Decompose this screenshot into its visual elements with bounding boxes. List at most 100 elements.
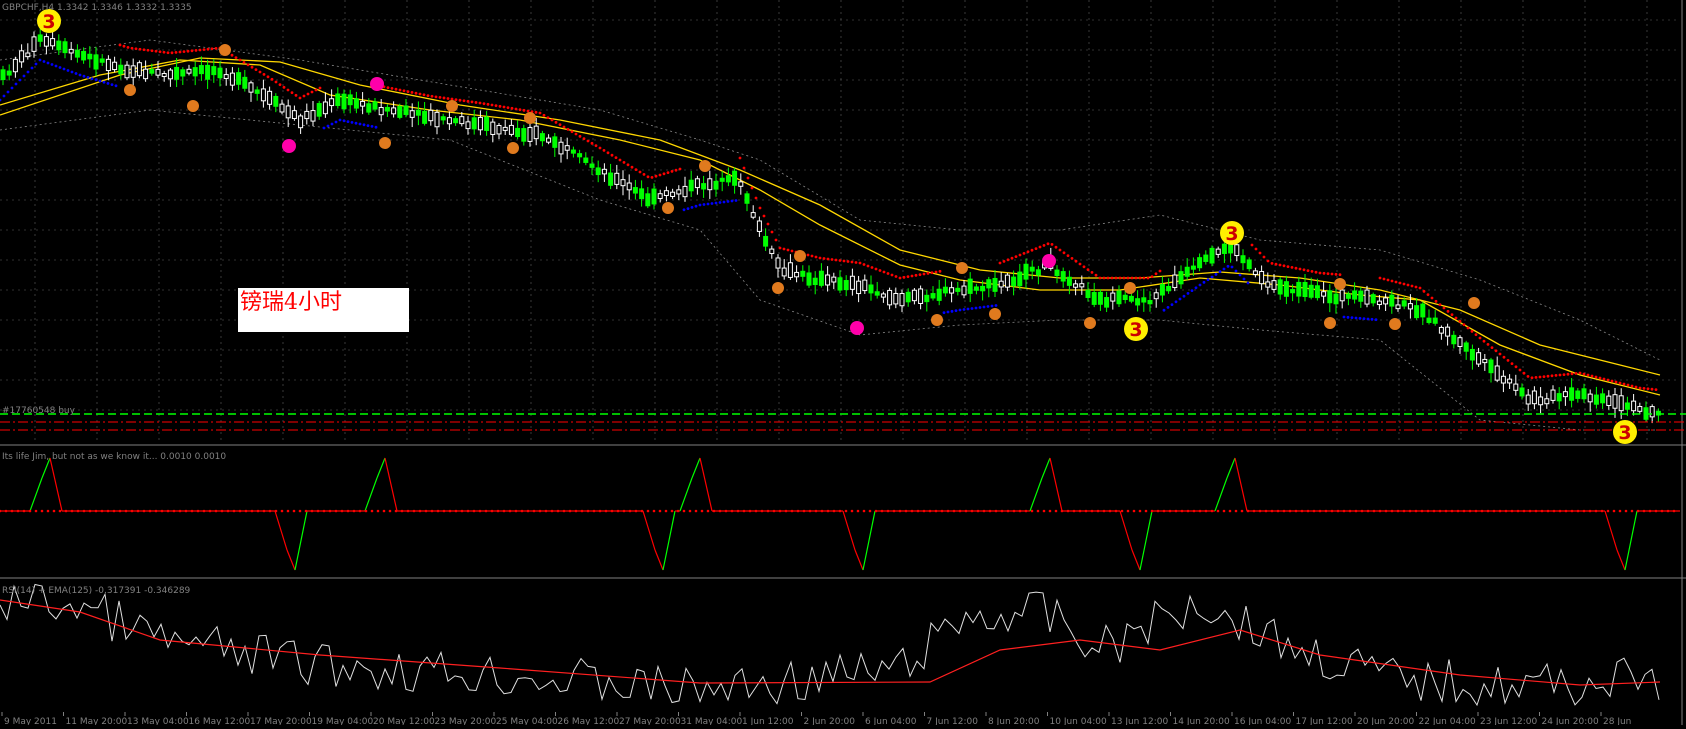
indicator-1-dot: [556, 509, 560, 513]
indicator-1-dot: [370, 509, 374, 513]
candle-body: [1135, 298, 1141, 306]
candle-body: [1147, 300, 1153, 305]
candle-body: [725, 175, 731, 183]
indicator-1-panel[interactable]: [0, 457, 1680, 571]
indicator-1-dot: [1186, 509, 1190, 513]
trail-dot: [858, 261, 862, 265]
time-axis-label: 25 May 04:00: [496, 717, 558, 725]
order-label: #17760548 buy: [2, 406, 76, 416]
indicator-1-dot: [538, 509, 542, 513]
candle-body: [1401, 300, 1407, 307]
candle-body: [477, 116, 483, 131]
indicator-2-panel[interactable]: [0, 583, 1661, 707]
trail-dot: [1214, 272, 1218, 276]
fractal-marker: [699, 160, 711, 172]
candle-body: [589, 163, 595, 168]
trail-dot: [270, 77, 274, 81]
time-axis-label: 16 May 12:00: [189, 717, 251, 725]
candle-body: [1637, 406, 1643, 412]
trail-dot: [1422, 289, 1426, 293]
candle-body: [242, 76, 248, 89]
trail-dot: [466, 99, 470, 103]
trail-dot: [486, 102, 490, 106]
trail-dot: [1154, 272, 1158, 276]
candle-body: [68, 48, 74, 54]
trail-dot: [834, 258, 838, 262]
trail-dot: [206, 47, 210, 51]
trail-dot: [522, 108, 526, 112]
fractal-marker: [524, 112, 536, 124]
trail-dot: [18, 78, 22, 82]
indicator-1-dot: [502, 509, 506, 513]
candle-body: [502, 126, 508, 131]
trail-dot: [1458, 319, 1462, 323]
candle-body: [639, 188, 645, 200]
candle-body: [1308, 284, 1314, 298]
trail-dot: [6, 90, 10, 94]
trail-dot: [974, 306, 978, 310]
candle-body: [694, 178, 700, 189]
indicator-1-dot: [1456, 509, 1460, 513]
trail-dot: [518, 108, 522, 112]
indicator-1-dot: [160, 509, 164, 513]
candle-body: [428, 109, 434, 122]
indicator-1-dot: [1522, 509, 1526, 513]
trail-dot: [790, 249, 794, 253]
fractal-marker: [507, 142, 519, 154]
trail-dot: [946, 310, 950, 314]
trail-dot: [494, 104, 498, 108]
trail-dot: [1234, 269, 1238, 273]
time-axis-label: 23 May 20:00: [435, 717, 497, 725]
candle-body: [298, 115, 304, 129]
wave-badges: 3 3 3 3: [37, 9, 1637, 444]
trail-dot: [1390, 279, 1394, 283]
candle-body: [1562, 391, 1568, 398]
trail-dot: [1202, 280, 1206, 284]
candle-body: [1104, 297, 1110, 308]
candle-body: [527, 127, 533, 142]
indicator-1-dot: [1348, 509, 1352, 513]
candle-body: [1438, 326, 1444, 334]
trail-dot: [674, 168, 678, 172]
indicator-1-dot: [1318, 509, 1322, 513]
candle-body: [1395, 304, 1401, 310]
chart-window[interactable]: 3 3 3 3 GBPCHF,H4 1.3342 1.3346 1.3332 1.33…: [0, 0, 1686, 727]
candle-body: [260, 88, 266, 102]
trail-dot: [1278, 263, 1282, 267]
indicator-1-line: [842, 510, 856, 551]
indicator-1-dot: [550, 509, 554, 513]
trail-dot: [1050, 243, 1054, 246]
indicator-1-dot: [448, 509, 452, 513]
indicator-1-dot: [358, 509, 362, 513]
trail-dot: [1438, 303, 1442, 307]
candle-body: [570, 149, 576, 154]
indicator-1-line: [29, 477, 43, 512]
candle-body: [471, 117, 477, 130]
candle-body: [74, 49, 80, 58]
trail-dot: [1426, 293, 1430, 297]
trail-dot: [1078, 262, 1082, 266]
trail-dot: [562, 125, 566, 129]
trail-dot: [650, 176, 654, 179]
trail-dot: [1130, 276, 1134, 280]
indicator-1-dot: [52, 509, 56, 513]
trail-dot: [786, 248, 790, 252]
indicator-1-line: [1131, 549, 1141, 571]
candle-body: [515, 127, 521, 138]
candle-body: [812, 277, 818, 286]
indicator-1-dot: [1060, 509, 1064, 513]
candle-body: [378, 107, 384, 116]
indicator-1-dot: [322, 509, 326, 513]
trail-dot: [74, 72, 78, 75]
trail-dot: [1286, 265, 1290, 268]
candle-body: [1209, 247, 1215, 264]
trail-dot: [54, 64, 58, 68]
trail-dot: [1002, 260, 1006, 263]
indicator-1-dot: [130, 509, 134, 513]
trail-dot: [1410, 284, 1414, 288]
indicator-1-dot: [1276, 509, 1280, 513]
candle-body: [56, 40, 62, 51]
indicator-1-dot: [238, 509, 242, 513]
trail-dot: [874, 267, 878, 271]
candle-body: [831, 276, 837, 283]
